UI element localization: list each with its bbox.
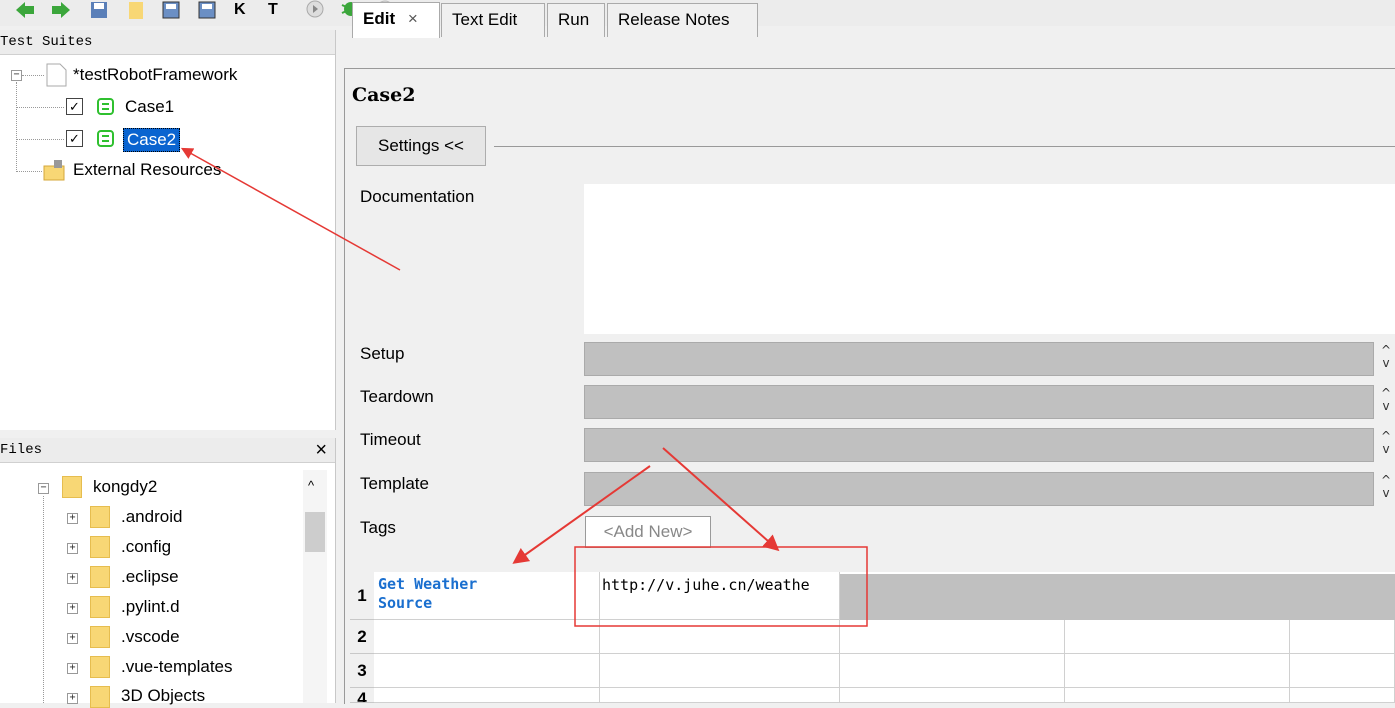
annotation-arrow bbox=[662, 447, 780, 552]
annotation-overlay bbox=[180, 147, 868, 627]
annotation-arrow bbox=[180, 147, 401, 271]
annotation-box bbox=[574, 546, 868, 627]
